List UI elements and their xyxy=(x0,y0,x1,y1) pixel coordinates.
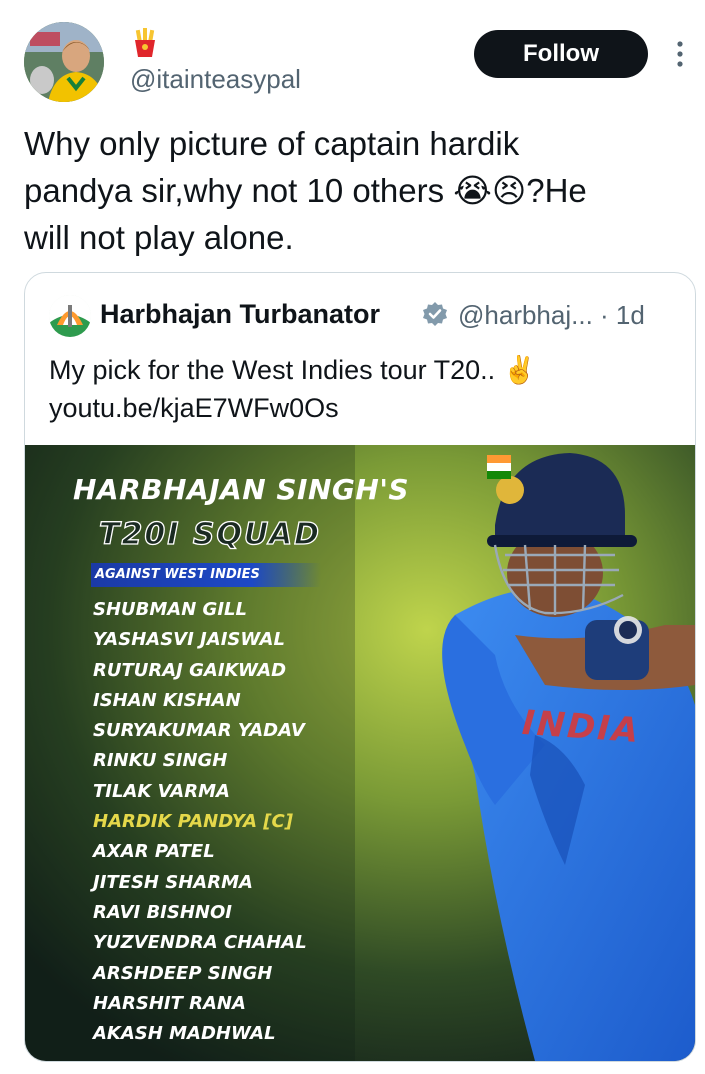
squad-title: HARBHAJAN SINGH'S xyxy=(73,473,410,506)
player-name: SURYAKUMAR YADAV xyxy=(93,720,305,742)
squad-image[interactable]: HARBHAJAN SINGH'S T20I SQUAD AGAINST WES… xyxy=(25,445,695,1061)
player-name: YASHASVI JAISWAL xyxy=(93,629,285,651)
quoted-link[interactable]: youtu.be/kjaE7WFw0Os xyxy=(49,389,679,427)
author-handle[interactable]: @itainteasypal xyxy=(130,64,301,95)
quoted-author-name[interactable]: Harbhajan Turbanator xyxy=(100,299,380,330)
quoted-text: My pick for the West Indies tour T20.. ✌… xyxy=(49,351,679,427)
player-name: JITESH SHARMA xyxy=(93,871,253,893)
author-avatar[interactable] xyxy=(24,22,104,102)
player-name: HARSHIT RANA xyxy=(93,992,246,1014)
player-name: AXAR PATEL xyxy=(93,841,215,863)
more-options-icon[interactable] xyxy=(672,40,688,70)
player-list: SHUBMAN GILL YASHASVI JAISWAL RUTURAJ GA… xyxy=(93,595,307,1049)
jersey-text: INDIA xyxy=(520,702,642,752)
player-name: YUZVENDRA CHAHAL xyxy=(93,932,307,954)
player-name: ISHAN KISHAN xyxy=(93,689,241,711)
player-name: SHUBMAN GILL xyxy=(93,599,247,620)
player-name: TILAK VARMA xyxy=(93,780,230,802)
player-name: RAVI BISHNOI xyxy=(93,901,232,923)
player-name: RINKU SINGH xyxy=(93,750,228,772)
player-name: AKASH MADHWAL xyxy=(93,1023,276,1045)
player-name: RUTURAJ GAIKWAD xyxy=(93,659,287,681)
player-name: ARSHDEEP SINGH xyxy=(93,962,273,984)
fries-icon xyxy=(132,28,158,63)
follow-button[interactable]: Follow xyxy=(474,30,648,78)
against-label: AGAINST WEST INDIES xyxy=(91,563,321,587)
squad-subtitle: T20I SQUAD xyxy=(98,516,322,552)
quoted-text-body: My pick for the West Indies tour T20.. ✌… xyxy=(49,355,537,385)
quoted-handle-time[interactable]: @harbhaj... · 1d xyxy=(458,300,645,331)
verified-badge-icon xyxy=(422,301,448,327)
captain-name: HARDIK PANDYA [C] xyxy=(93,811,293,833)
quoted-author-avatar[interactable] xyxy=(49,295,91,337)
quoted-tweet[interactable]: Harbhajan Turbanator @harbhaj... · 1d My… xyxy=(24,272,696,1062)
tweet-text: Why only picture of captain hardik pandy… xyxy=(24,125,587,256)
